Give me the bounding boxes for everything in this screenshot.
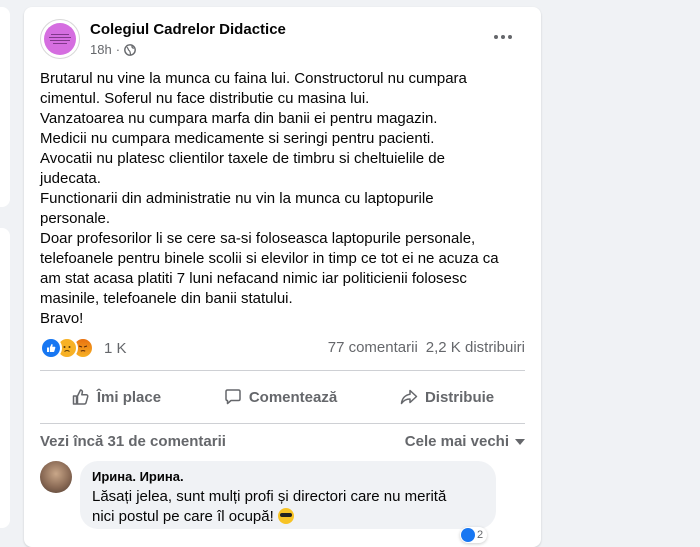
post-stats: 1 K 77 comentarii 2,2 K distribuiri xyxy=(40,337,525,359)
share-icon xyxy=(400,389,418,405)
page-avatar[interactable] xyxy=(40,19,80,59)
comment-bubble: Иpина. Ирина. Lăsați jelea, sunt mulți p… xyxy=(80,461,496,529)
comment-reactions[interactable]: 2 xyxy=(460,527,488,543)
comment-line: nici postul pe care îl ocupă! xyxy=(92,507,446,527)
page-name[interactable]: Colegiul Cadrelor Didactice xyxy=(90,21,286,38)
comment-label: Comentează xyxy=(248,388,338,406)
page-logo xyxy=(44,23,76,55)
shares-count[interactable]: 2,2 K distribuiri xyxy=(426,339,525,356)
thumbs-up-icon xyxy=(72,389,89,405)
divider xyxy=(40,423,525,424)
like-button[interactable]: Îmi place xyxy=(59,381,173,413)
divider xyxy=(40,370,525,371)
meta-separator: · xyxy=(115,42,121,57)
post-line: Avocatii nu platesc clientilor taxele de… xyxy=(40,150,445,167)
more-options-icon[interactable] xyxy=(485,23,521,51)
post-actions: Îmi place Comentează Distribuie xyxy=(40,375,525,419)
post-line: cimentul. Soferul nu face distributie cu… xyxy=(40,90,370,107)
comment-author[interactable]: Иpина. Ирина. xyxy=(92,469,184,484)
post-line: judecata. xyxy=(40,170,101,187)
like-reaction-icon xyxy=(40,337,62,359)
sort-label: Cele mai vechi xyxy=(404,433,509,450)
share-label: Distribuie xyxy=(424,388,495,406)
post-line: Bravo! xyxy=(40,310,84,327)
post-time[interactable]: 18h xyxy=(90,42,112,57)
like-reaction-icon xyxy=(461,528,475,542)
like-label: Îmi place xyxy=(96,388,162,406)
post-line: Medicii nu cumpara medicamente si sering… xyxy=(40,130,435,147)
commenter-avatar[interactable] xyxy=(40,461,72,493)
post-line: masinile, telefoanele din banii statului… xyxy=(40,290,293,307)
post-line: Functionarii din administratie nu vin la… xyxy=(40,190,434,207)
comment-reaction-count: 2 xyxy=(477,529,484,541)
reactions-summary[interactable]: 1 K xyxy=(40,337,127,359)
comment-text: Lăsați jelea, sunt mulți profi și direct… xyxy=(92,487,446,527)
comment-line: Lăsați jelea, sunt mulți profi și direct… xyxy=(92,488,447,505)
comments-count[interactable]: 77 comentarii xyxy=(328,339,418,356)
post-line: Brutarul nu vine la munca cu faina lui. … xyxy=(40,70,467,87)
left-column-card xyxy=(0,7,10,207)
reactions-count: 1 K xyxy=(104,339,127,357)
comments-controls: Vezi încă 31 de comentarii Cele mai vech… xyxy=(40,425,525,455)
post-text: Brutarul nu vine la munca cu faina lui. … xyxy=(40,69,530,329)
post-line: Doar profesorilor li se cere sa-si folos… xyxy=(40,230,476,247)
sunglasses-emoji-icon xyxy=(277,508,294,524)
left-column-card xyxy=(0,228,10,528)
post-header: Colegiul Cadrelor Didactice 18h · xyxy=(40,19,525,63)
globe-icon xyxy=(124,43,136,56)
share-button[interactable]: Distribuie xyxy=(387,381,506,413)
chevron-down-icon xyxy=(515,438,525,445)
post-card: Colegiul Cadrelor Didactice 18h · Brutar… xyxy=(24,7,541,547)
post-meta: 18h · xyxy=(90,42,136,57)
comment-line-text: nici postul pe care îl ocupă! xyxy=(92,508,274,525)
post-line: telefoanele pentru binele scolii si elev… xyxy=(40,250,499,267)
post-line: personale. xyxy=(40,210,111,227)
engagement-counts: 77 comentarii 2,2 K distribuiri xyxy=(328,339,525,356)
view-more-comments-link[interactable]: Vezi încă 31 de comentarii xyxy=(40,433,226,450)
comment-icon xyxy=(225,389,241,405)
post-line: Vanzatoarea nu cumpara marfa din banii e… xyxy=(40,110,438,127)
post-line: am stat acasa platiti 7 luni nefacand ni… xyxy=(40,270,467,287)
comment-button[interactable]: Comentează xyxy=(211,381,349,413)
comment-sort-dropdown[interactable]: Cele mai vechi xyxy=(405,433,525,450)
